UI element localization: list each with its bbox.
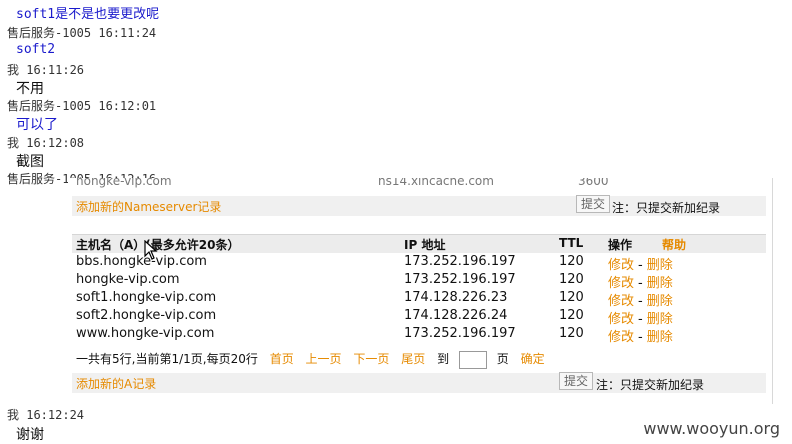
table-row: hongke-vip.com 173.252.196.197 120 修改 - 删除 xyxy=(68,272,772,291)
host-cell: www.hongke-vip.com xyxy=(76,326,215,341)
table-row: soft1.hongke-vip.com 174.128.226.23 120 … xyxy=(68,290,772,309)
ip-cell: 174.128.226.24 xyxy=(404,308,508,323)
cut-off-nameserver: ns14.xincache.com xyxy=(378,178,494,188)
edit-link[interactable]: 修改 xyxy=(608,276,634,291)
chat-message-text: 不用 xyxy=(16,81,44,97)
edit-link[interactable]: 修改 xyxy=(608,258,634,273)
delete-link[interactable]: 删除 xyxy=(647,330,673,345)
cut-off-table-row: hongke-vip.com ns14.xincache.com 3600 xyxy=(68,178,772,188)
ip-cell: 173.252.196.197 xyxy=(404,272,516,287)
prev-page-link[interactable]: 上一页 xyxy=(306,352,342,366)
first-page-link[interactable]: 首页 xyxy=(270,352,294,366)
ttl-cell: 120 xyxy=(559,272,584,287)
next-page-link[interactable]: 下一页 xyxy=(353,352,389,366)
ttl-cell: 120 xyxy=(559,326,584,341)
add-nameserver-link[interactable]: 添加新的Nameserver记录 xyxy=(76,198,221,215)
chat-message-header: 我 16:12:08 xyxy=(7,136,85,150)
screenshot-panel: hongke-vip.com ns14.xincache.com 3600 添加… xyxy=(68,178,773,404)
chat-message-text: 可以了 xyxy=(16,117,58,133)
cut-off-ttl: 3600 xyxy=(578,178,609,188)
host-cell: bbs.hongke-vip.com xyxy=(76,254,207,269)
a-records-table-header: 主机名（A）(最多允许20条） IP 地址 TTL 操作 帮助 xyxy=(72,234,766,253)
ip-cell: 173.252.196.197 xyxy=(404,326,516,341)
host-cell: soft1.hongke-vip.com xyxy=(76,290,217,305)
table-row: www.hongke-vip.com 173.252.196.197 120 修… xyxy=(68,326,772,345)
delete-link[interactable]: 删除 xyxy=(647,258,673,273)
help-link[interactable]: 帮助 xyxy=(662,236,686,253)
ttl-cell: 120 xyxy=(559,308,584,323)
row-actions: 修改 - 删除 xyxy=(608,290,673,309)
mouse-cursor-icon xyxy=(144,240,158,260)
pagination-bar: 一共有5行,当前第1/1页,每页20行 首页 上一页 下一页 尾页 到 页 确定 xyxy=(76,350,545,369)
page-number-input[interactable] xyxy=(458,350,487,369)
chat-message-header: 售后服务-1005 16:11:24 xyxy=(7,26,157,40)
delete-link[interactable]: 删除 xyxy=(647,294,673,309)
ttl-cell: 120 xyxy=(559,290,584,305)
edit-link[interactable]: 修改 xyxy=(608,312,634,327)
row-actions: 修改 - 删除 xyxy=(608,272,673,291)
host-cell: soft2.hongke-vip.com xyxy=(76,308,217,323)
chat-message-text: soft2 xyxy=(16,42,56,57)
cut-off-host: hongke-vip.com xyxy=(76,178,172,188)
chat-message-header: 售后服务-1005 16:12:01 xyxy=(7,99,157,113)
delete-link[interactable]: 删除 xyxy=(647,312,673,327)
ip-column-header: IP 地址 xyxy=(404,238,446,252)
row-actions: 修改 - 删除 xyxy=(608,326,673,345)
ttl-cell: 120 xyxy=(559,254,584,269)
confirm-page-link[interactable]: 确定 xyxy=(521,352,545,366)
submit-note: 注：只提交新加纪录 xyxy=(612,201,721,215)
action-separator: - xyxy=(638,276,643,291)
table-row: bbs.hongke-vip.com 173.252.196.197 120 修… xyxy=(68,254,772,273)
add-a-record-link[interactable]: 添加新的A记录 xyxy=(76,375,156,392)
pagination-summary: 一共有5行,当前第1/1页,每页20行 xyxy=(76,352,258,366)
chat-message-text: 谢谢 xyxy=(16,427,44,443)
table-row: soft2.hongke-vip.com 174.128.226.24 120 … xyxy=(68,308,772,327)
chat-message-text: soft1是不是也要更改呢 xyxy=(16,7,160,22)
page-label: 页 xyxy=(496,352,509,366)
row-actions: 修改 - 删除 xyxy=(608,308,673,327)
chat-message-header: 我 16:11:26 xyxy=(7,63,85,77)
action-separator: - xyxy=(638,294,643,309)
last-page-link[interactable]: 尾页 xyxy=(401,352,425,366)
ip-cell: 174.128.226.23 xyxy=(404,290,508,305)
chat-message-header: 我 16:12:24 xyxy=(7,408,85,422)
chat-message-text: 截图 xyxy=(16,154,44,170)
submit-a-record-button[interactable]: 提交 xyxy=(559,372,593,390)
submit-note: 注：只提交新加纪录 xyxy=(596,378,705,392)
goto-label: 到 xyxy=(437,352,450,366)
action-column-header: 操作 xyxy=(608,238,633,252)
host-cell: hongke-vip.com xyxy=(76,272,180,287)
edit-link[interactable]: 修改 xyxy=(608,330,634,345)
action-separator: - xyxy=(638,258,643,273)
delete-link[interactable]: 删除 xyxy=(647,276,673,291)
ttl-column-header: TTL xyxy=(559,236,584,250)
site-watermark: www.wooyun.org xyxy=(643,419,780,438)
action-separator: - xyxy=(638,312,643,327)
edit-link[interactable]: 修改 xyxy=(608,294,634,309)
ip-cell: 173.252.196.197 xyxy=(404,254,516,269)
action-separator: - xyxy=(638,330,643,345)
submit-nameserver-button[interactable]: 提交 xyxy=(576,195,610,213)
row-actions: 修改 - 删除 xyxy=(608,254,673,273)
